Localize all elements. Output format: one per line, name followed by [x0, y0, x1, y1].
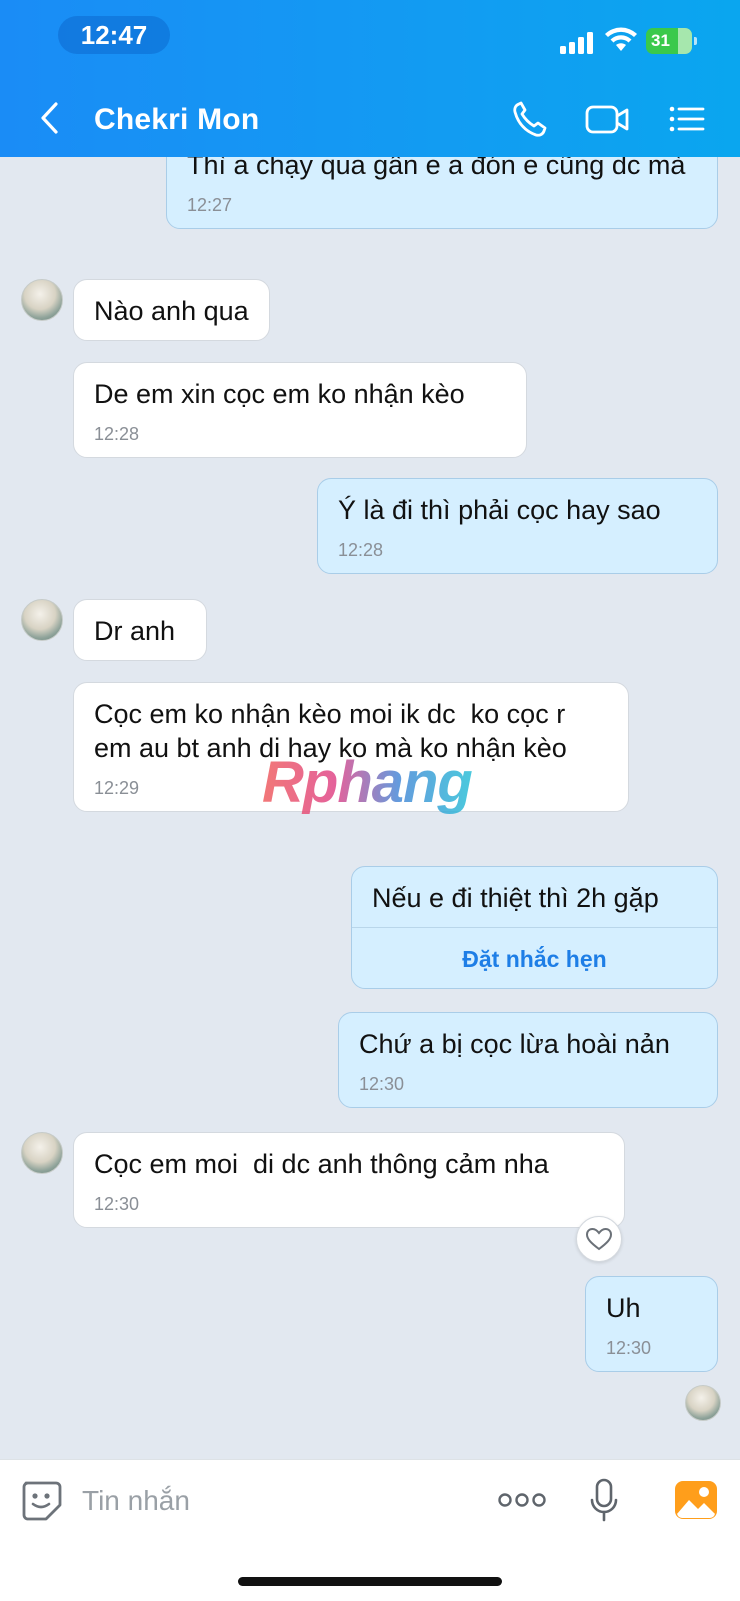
sticker-icon[interactable] — [20, 1479, 62, 1521]
message-time: 12:28 — [94, 424, 140, 444]
video-call-icon[interactable] — [584, 98, 630, 140]
avatar[interactable] — [21, 599, 63, 641]
chat-header: 12:47 31 Chekri Mon — [0, 0, 740, 157]
message-outgoing[interactable]: Ý là đi thì phải cọc hay sao 12:28 — [317, 478, 718, 574]
message-text: Thì a chạy qua gần e a đón e cũng dc mà — [187, 157, 686, 180]
battery-icon: 31 — [646, 28, 697, 54]
message-time: 12:28 — [338, 540, 384, 560]
image-icon[interactable] — [674, 1480, 718, 1520]
menu-list-icon[interactable] — [668, 98, 706, 140]
message-input[interactable] — [80, 1480, 464, 1522]
signal-icon — [560, 30, 598, 54]
message-incoming[interactable]: Cọc em moi di dc anh thông cảm nha 12:30 — [73, 1132, 625, 1228]
react-heart-button[interactable] — [576, 1216, 622, 1262]
status-icons: 31 — [560, 24, 700, 58]
message-time: 12:30 — [359, 1074, 405, 1094]
set-reminder-link[interactable]: Đặt nhắc hẹn — [372, 942, 697, 976]
heart-icon — [585, 1227, 613, 1251]
message-incoming[interactable]: De em xin cọc em ko nhận kèo 12:28 — [73, 362, 527, 458]
message-text: Nào anh qua — [94, 296, 249, 326]
battery-level: 31 — [651, 31, 670, 50]
message-incoming[interactable]: Dr anh — [73, 599, 207, 661]
message-list[interactable]: Thì a chạy qua gần e a đón e cũng dc mà … — [0, 157, 740, 1459]
microphone-icon[interactable] — [590, 1478, 618, 1524]
message-text: Ý là đi thì phải cọc hay sao — [338, 495, 661, 525]
message-text: Uh — [606, 1293, 641, 1323]
message-incoming[interactable]: Nào anh qua — [73, 279, 270, 341]
seen-avatar — [685, 1385, 721, 1421]
message-text: Nếu e đi thiệt thì 2h gặp — [372, 883, 659, 913]
home-indicator — [238, 1577, 502, 1586]
message-text: Chứ a bị cọc lừa hoài nản — [359, 1029, 670, 1059]
contact-name[interactable]: Chekri Mon — [94, 100, 259, 140]
message-outgoing[interactable]: Chứ a bị cọc lừa hoài nản 12:30 — [338, 1012, 718, 1108]
wifi-icon — [605, 27, 637, 51]
message-time: 12:30 — [94, 1194, 140, 1214]
avatar[interactable] — [21, 1132, 63, 1174]
avatar[interactable] — [21, 279, 63, 321]
message-text: De em xin cọc em ko nhận kèo — [94, 379, 465, 409]
message-text: Cọc em moi di dc anh thông cảm nha — [94, 1149, 549, 1179]
message-time: 12:27 — [187, 195, 233, 215]
back-icon[interactable] — [36, 100, 64, 136]
message-outgoing[interactable]: Uh 12:30 — [585, 1276, 718, 1372]
message-time: 12:30 — [606, 1338, 652, 1358]
status-time: 12:47 — [58, 16, 170, 54]
watermark-logo: Rphang — [262, 750, 473, 815]
phone-icon[interactable] — [510, 98, 548, 140]
message-outgoing-reminder[interactable]: Nếu e đi thiệt thì 2h gặp Đặt nhắc hẹn — [351, 866, 718, 989]
message-text: Dr anh — [94, 616, 176, 646]
divider — [352, 927, 717, 928]
more-dots-icon[interactable] — [498, 1492, 546, 1508]
message-outgoing[interactable]: Thì a chạy qua gần e a đón e cũng dc mà … — [166, 157, 718, 229]
